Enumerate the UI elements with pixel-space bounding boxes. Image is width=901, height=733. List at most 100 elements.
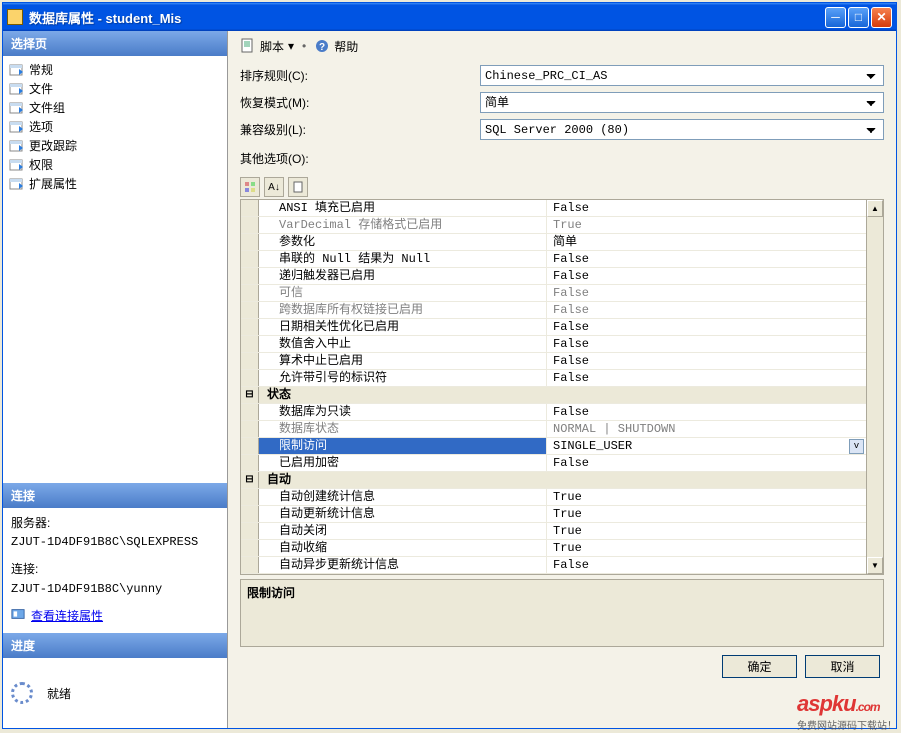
grid-row[interactable]: 自动异步更新统计信息False [241,557,866,574]
prop-name: 允许带引号的标识符 [259,370,547,386]
grid-row[interactable]: 自动收缩True [241,540,866,557]
compat-select[interactable]: SQL Server 2000 (80) [480,119,884,140]
cancel-button[interactable]: 取消 [805,655,880,678]
prop-name: 自动 [259,472,547,488]
sidebar-item-0[interactable]: 常规 [5,60,225,79]
categorize-button[interactable] [240,177,260,197]
row-gutter [241,200,259,216]
prop-value[interactable]: 简单 [547,234,866,250]
grid-row[interactable]: 递归触发器已启用False [241,268,866,285]
prop-value[interactable]: True [547,489,866,505]
prop-name: 跨数据库所有权链接已启用 [259,302,547,318]
sidebar-item-1[interactable]: 文件 [5,79,225,98]
collation-select[interactable]: Chinese_PRC_CI_AS [480,65,884,86]
grid-row[interactable]: 跨数据库所有权链接已启用False [241,302,866,319]
grid-row[interactable]: 串联的 Null 结果为 NullFalse [241,251,866,268]
prop-value[interactable]: False [547,285,866,301]
grid-row[interactable]: 数据库状态NORMAL | SHUTDOWN [241,421,866,438]
dropdown-icon[interactable]: v [849,439,864,454]
grid-category[interactable]: ⊟自动 [241,472,866,489]
prop-value[interactable]: False [547,455,866,471]
server-label: 服务器: [11,514,219,533]
row-gutter [241,353,259,369]
recovery-label: 恢复模式(M): [240,94,480,111]
prop-value[interactable]: False [547,319,866,335]
grid-row[interactable]: 自动更新统计信息True [241,506,866,523]
help-icon: ? [314,38,330,54]
prop-value[interactable]: True [547,540,866,556]
row-gutter [241,438,259,454]
form-area: 排序规则(C): Chinese_PRC_CI_AS 恢复模式(M): 简单 兼… [232,61,892,175]
maximize-button[interactable]: □ [848,7,869,28]
sidebar-item-4[interactable]: 更改跟踪 [5,136,225,155]
prop-value[interactable]: True [547,217,866,233]
dialog-window: 数据库属性 - student_Mis ─ □ ✕ 选择页 常规文件文件组选项更… [2,2,897,729]
spinner-icon [11,682,33,704]
grid-scrollbar[interactable]: ▲ ▼ [866,200,883,574]
titlebar[interactable]: 数据库属性 - student_Mis ─ □ ✕ [3,3,896,31]
minimize-button[interactable]: ─ [825,7,846,28]
row-gutter [241,506,259,522]
row-gutter [241,557,259,573]
grid-row[interactable]: ANSI 填充已启用False [241,200,866,217]
prop-value[interactable]: NORMAL | SHUTDOWN [547,421,866,437]
prop-name: 数据库为只读 [259,404,547,420]
close-button[interactable]: ✕ [871,7,892,28]
prop-value[interactable]: False [547,251,866,267]
grid-row[interactable]: 限制访问SINGLE_USERv [241,438,866,455]
content-area: 选择页 常规文件文件组选项更改跟踪权限扩展属性 连接 服务器: ZJUT-1D4… [3,31,896,728]
grid-row[interactable]: 允许带引号的标识符False [241,370,866,387]
prop-value[interactable]: False [547,200,866,216]
prop-value[interactable]: False [547,353,866,369]
script-button[interactable]: 脚本 ▾ [240,38,294,55]
prop-value[interactable]: False [547,336,866,352]
help-button[interactable]: ? 帮助 [314,38,358,55]
grid-row[interactable]: 数据库为只读False [241,404,866,421]
prop-value[interactable]: SINGLE_USERv [547,438,866,454]
sidebar-item-3[interactable]: 选项 [5,117,225,136]
sort-button[interactable]: A↓ [264,177,284,197]
view-conn-props-link[interactable]: 查看连接属性 [31,607,103,626]
grid-props-button[interactable] [288,177,308,197]
grid-row[interactable]: 自动关闭True [241,523,866,540]
grid-body[interactable]: ANSI 填充已启用FalseVarDecimal 存储格式已启用True参数化… [241,200,866,574]
row-gutter [241,285,259,301]
prop-value[interactable]: False [547,302,866,318]
page-icon [9,177,25,191]
prop-name: 限制访问 [259,438,547,454]
sidebar-item-6[interactable]: 扩展属性 [5,174,225,193]
toolbar-separator: • [302,39,306,53]
grid-row[interactable]: 自动创建统计信息True [241,489,866,506]
sidebar-item-2[interactable]: 文件组 [5,98,225,117]
ok-button[interactable]: 确定 [722,655,797,678]
prop-value[interactable]: True [547,523,866,539]
grid-row[interactable]: 日期相关性优化已启用False [241,319,866,336]
grid-row[interactable]: 参数化简单 [241,234,866,251]
prop-name: ANSI 填充已启用 [259,200,547,216]
prop-name: 自动关闭 [259,523,547,539]
prop-value[interactable]: False [547,557,866,573]
grid-row[interactable]: 可信False [241,285,866,302]
db-properties-icon [7,9,23,25]
grid-category[interactable]: ⊟状态 [241,387,866,404]
toolbar: 脚本 ▾ • ? 帮助 [232,31,892,61]
scroll-down-button[interactable]: ▼ [867,557,883,574]
other-options-label: 其他选项(O): [240,150,480,167]
grid-row[interactable]: 数值舍入中止False [241,336,866,353]
prop-value[interactable]: False [547,268,866,284]
collation-label: 排序规则(C): [240,67,480,84]
prop-value[interactable]: False [547,404,866,420]
recovery-select[interactable]: 简单 [480,92,884,113]
prop-value[interactable]: False [547,370,866,386]
sidebar-item-5[interactable]: 权限 [5,155,225,174]
prop-value[interactable] [547,472,866,488]
prop-value[interactable] [547,387,866,403]
connection-body: 服务器: ZJUT-1D4DF91B8C\SQLEXPRESS 连接: ZJUT… [3,508,227,633]
prop-value[interactable]: True [547,506,866,522]
grid-row[interactable]: 已启用加密False [241,455,866,472]
scroll-up-button[interactable]: ▲ [867,200,883,217]
grid-row[interactable]: 算术中止已启用False [241,353,866,370]
prop-name: 递归触发器已启用 [259,268,547,284]
grid-row[interactable]: VarDecimal 存储格式已启用True [241,217,866,234]
row-gutter [241,268,259,284]
